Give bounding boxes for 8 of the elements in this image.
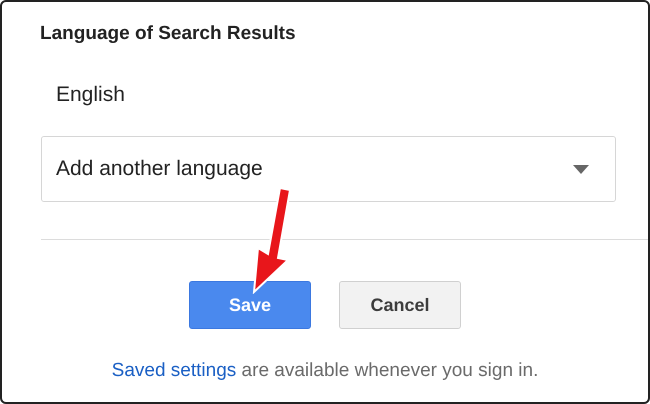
section-title: Language of Search Results — [40, 22, 296, 46]
cancel-button[interactable]: Cancel — [339, 281, 461, 329]
footer-sentence: Saved settings are available whenever you sign in. — [112, 359, 538, 383]
dropdown-caret-icon — [573, 164, 589, 174]
language-dropdown[interactable]: Add another language — [41, 136, 616, 202]
dropdown-value: Add another language — [56, 156, 263, 182]
saved-settings-link[interactable]: Saved settings — [112, 360, 236, 381]
language-name: English — [56, 82, 125, 108]
